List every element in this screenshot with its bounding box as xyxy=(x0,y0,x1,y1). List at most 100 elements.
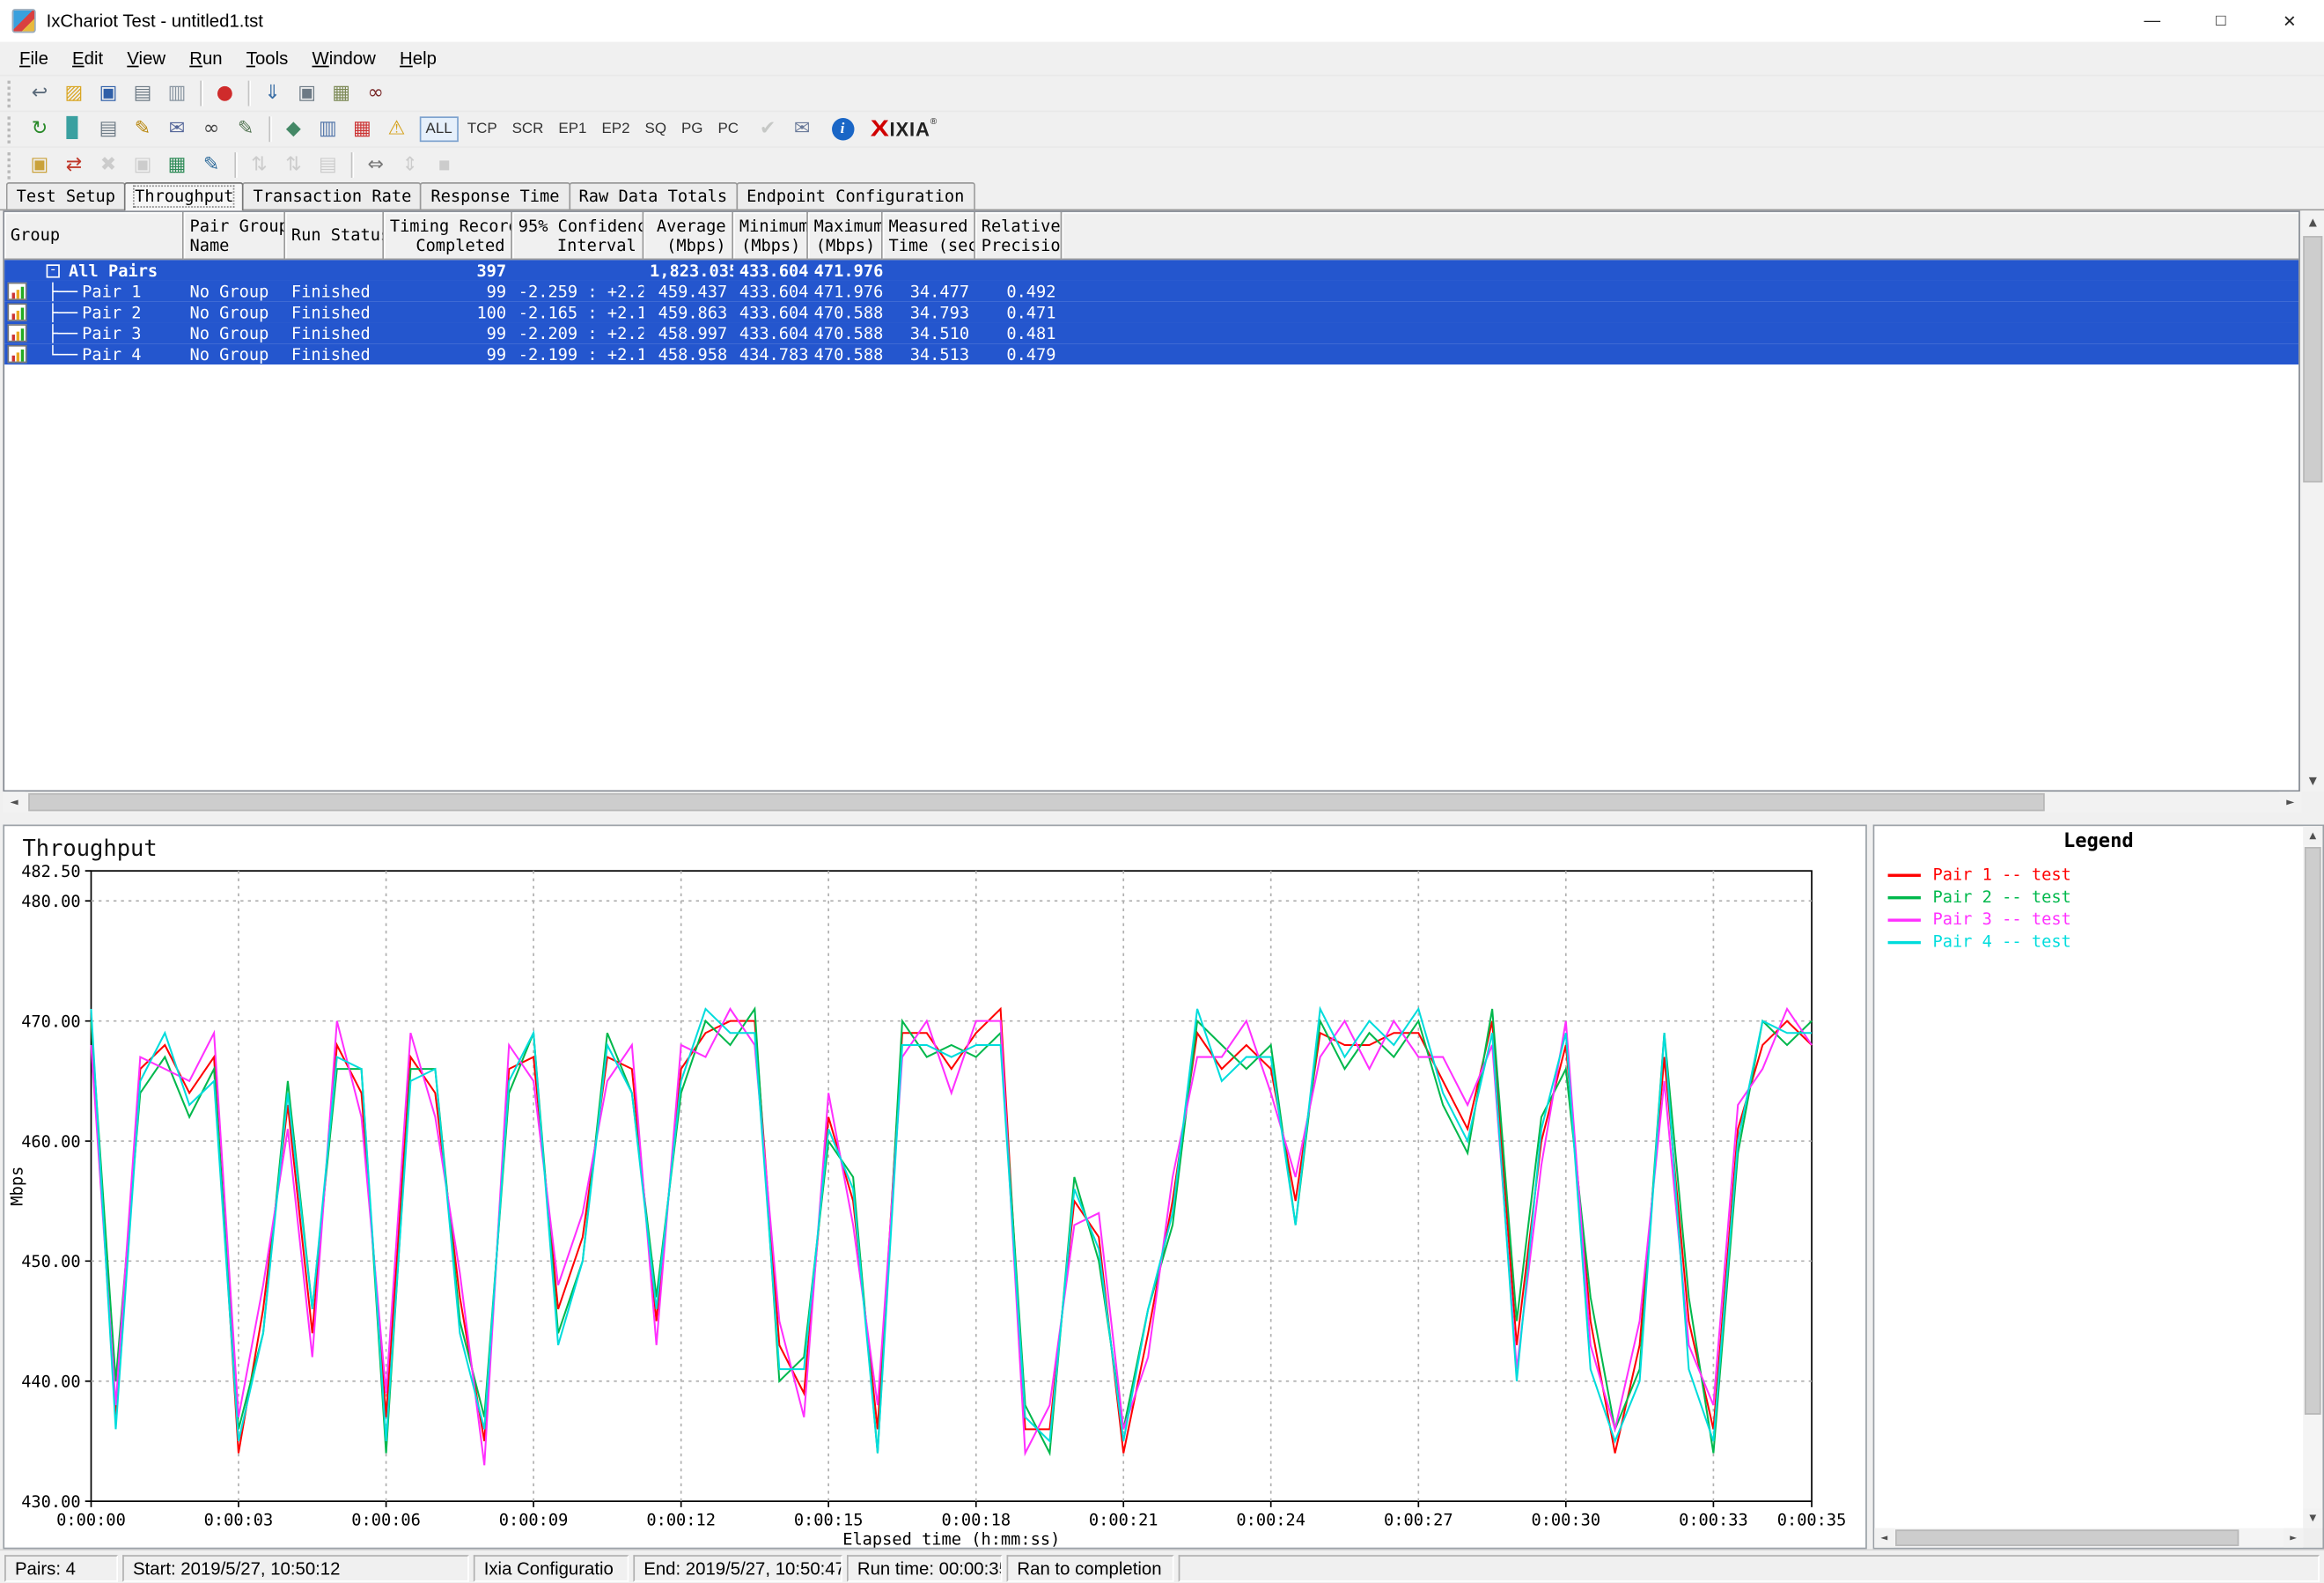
view-options-icon[interactable]: ∞ xyxy=(195,114,229,145)
menu-item-help[interactable]: Help xyxy=(387,43,448,73)
save-test-icon[interactable]: ▣ xyxy=(91,77,125,109)
menu-item-run[interactable]: Run xyxy=(178,43,235,73)
scroll-right-icon[interactable]: ► xyxy=(2284,1528,2303,1548)
splitter[interactable] xyxy=(0,813,2324,825)
scroll-up-icon[interactable]: ▲ xyxy=(2302,210,2324,232)
column-header-1[interactable]: Pair Group Name xyxy=(184,212,285,260)
legend-item-label: Pair 1 -- test xyxy=(1932,865,2070,884)
toolbar-grip[interactable] xyxy=(7,151,14,179)
view-button-pg[interactable]: PG xyxy=(675,116,709,142)
column-header-2[interactable]: Run Status xyxy=(285,212,384,260)
column-header-3[interactable]: Timing RecordsCompleted xyxy=(384,212,512,260)
print-icon[interactable]: ▤ xyxy=(126,77,160,109)
swap-endpoints-icon[interactable]: ⇄ xyxy=(56,150,91,181)
tab-transaction-rate[interactable]: Transaction Rate xyxy=(243,182,423,210)
svg-text:440.00: 440.00 xyxy=(21,1373,80,1392)
legend-vertical-scrollbar[interactable]: ▲ ▼ xyxy=(2303,826,2322,1528)
open-test-icon[interactable]: ▨ xyxy=(56,77,91,109)
table-row-pair-2[interactable]: ├── Pair 2 No Group Finished 100 -2.165 : +2.… xyxy=(4,302,2298,323)
tab-raw-data-totals[interactable]: Raw Data Totals xyxy=(569,182,738,210)
column-header-8[interactable]: MeasuredTime (sec) xyxy=(883,212,975,260)
view-button-tcp[interactable]: TCP xyxy=(461,116,504,142)
scrollbar-thumb[interactable] xyxy=(2305,847,2321,1415)
paste-icon[interactable]: ▦ xyxy=(324,77,358,109)
menu-item-window[interactable]: Window xyxy=(300,43,388,73)
view-button-pc[interactable]: PC xyxy=(712,116,745,142)
tab-throughput[interactable]: Throughput xyxy=(124,182,244,210)
svg-text:0:00:12: 0:00:12 xyxy=(646,1511,716,1529)
view-button-sq[interactable]: SQ xyxy=(639,116,673,142)
stop-run-icon[interactable]: ● xyxy=(208,77,242,109)
table-row-pair-4[interactable]: └──Pair 4 No Group Finished 99 -2.199 : +2.1… xyxy=(4,343,2298,364)
menu-item-edit[interactable]: Edit xyxy=(60,43,114,73)
toolbar-grip[interactable] xyxy=(7,115,14,143)
print-chart-icon[interactable]: ▤ xyxy=(91,114,125,145)
table-vertical-scrollbar[interactable]: ▲ ▼ xyxy=(2302,210,2324,792)
chart-options-icon[interactable]: ◆ xyxy=(276,114,311,145)
table-row-all-pairs[interactable]: - All Pairs 397 1,823.035 433.604 471.976 xyxy=(4,260,2298,281)
view-button-scr[interactable]: SCR xyxy=(506,116,549,142)
scrollbar-thumb[interactable] xyxy=(1895,1529,2239,1546)
edit-pair-icon[interactable]: ✎ xyxy=(195,150,229,181)
toolbar-grip[interactable] xyxy=(7,80,14,107)
rerun-test-icon[interactable]: ↻ xyxy=(22,114,56,145)
expand-all-icon[interactable]: ⇔ xyxy=(358,150,393,181)
alert-icon[interactable]: ⚠ xyxy=(379,114,414,145)
pair-chart-icon xyxy=(7,324,26,342)
scroll-right-icon[interactable]: ► xyxy=(2279,792,2301,813)
table-cell: 34.477 xyxy=(883,282,975,301)
tab-endpoint-configuration[interactable]: Endpoint Configuration xyxy=(736,182,974,210)
send-mail-icon[interactable]: ✉ xyxy=(785,114,820,145)
tab-response-time[interactable]: Response Time xyxy=(421,182,570,210)
view-button-ep1[interactable]: EP1 xyxy=(553,116,593,142)
find-icon[interactable]: ∞ xyxy=(358,77,393,109)
edit-comment-icon[interactable]: ✎ xyxy=(229,114,263,145)
edit-chart-icon[interactable]: ✎ xyxy=(126,114,160,145)
pair-row-label: Pair 3 xyxy=(82,323,141,342)
column-header-7[interactable]: Maximum (Mbps) xyxy=(808,212,883,260)
mail-results-icon[interactable]: ✉ xyxy=(160,114,195,145)
pair-chart-icon xyxy=(7,345,26,363)
menu-item-tools[interactable]: Tools xyxy=(234,43,300,73)
column-header-9[interactable]: Relative Precision xyxy=(975,212,1062,260)
legend-item-2[interactable]: Pair 2 -- test xyxy=(1888,886,2323,908)
table-horizontal-scrollbar[interactable]: ◄ ► xyxy=(3,792,2301,813)
scroll-left-icon[interactable]: ◄ xyxy=(1874,1528,1894,1548)
column-header-0[interactable]: Group xyxy=(4,212,184,260)
menu-item-view[interactable]: View xyxy=(115,43,178,73)
scrollbar-thumb[interactable] xyxy=(2303,236,2322,482)
print-preview-icon[interactable]: ▥ xyxy=(160,77,195,109)
table-row-pair-1[interactable]: ├──Pair 1 No Group Finished 99 -2.259 : +2.2… xyxy=(4,281,2298,302)
view-button-all[interactable]: ALL xyxy=(420,116,459,142)
scroll-up-icon[interactable]: ▲ xyxy=(2303,826,2322,845)
svg-text:Elapsed time (h:mm:ss): Elapsed time (h:mm:ss) xyxy=(842,1530,1060,1547)
legend-item-4[interactable]: Pair 4 -- test xyxy=(1888,931,2323,953)
legend-item-3[interactable]: Pair 3 -- test xyxy=(1888,909,2323,931)
view-button-ep2[interactable]: EP2 xyxy=(596,116,636,142)
scroll-down-icon[interactable]: ▼ xyxy=(2303,1509,2322,1528)
group-pairs-icon[interactable]: ▦ xyxy=(160,150,195,181)
maximize-button[interactable]: □ xyxy=(2187,0,2255,42)
add-pair-icon[interactable]: ▊ xyxy=(56,114,91,145)
tree-expander-icon[interactable]: - xyxy=(47,263,60,276)
report-icon[interactable]: ▥ xyxy=(311,114,345,145)
copy-pair-icon[interactable]: ▣ xyxy=(22,150,56,181)
export-results-icon[interactable]: ⇓ xyxy=(255,77,290,109)
paste-run-icon[interactable]: ↩ xyxy=(22,77,56,109)
minimize-button[interactable]: — xyxy=(2118,0,2187,42)
legend-horizontal-scrollbar[interactable]: ◄ ► xyxy=(1874,1528,2303,1548)
scroll-left-icon[interactable]: ◄ xyxy=(3,792,25,813)
close-button[interactable]: ✕ xyxy=(2255,0,2324,42)
column-header-5[interactable]: Average (Mbps) xyxy=(644,212,733,260)
copy-icon[interactable]: ▣ xyxy=(290,77,324,109)
scrollbar-thumb[interactable] xyxy=(28,793,2044,811)
tab-test-setup[interactable]: Test Setup xyxy=(6,182,126,210)
scroll-down-icon[interactable]: ▼ xyxy=(2302,769,2324,792)
column-header-4[interactable]: 95% Confidence Interval xyxy=(512,212,644,260)
legend-item-1[interactable]: Pair 1 -- test xyxy=(1888,864,2323,886)
table-row-pair-3[interactable]: ├──Pair 3 No Group Finished 99 -2.209 : +2.2… xyxy=(4,322,2298,343)
grid-view-icon[interactable]: ▦ xyxy=(345,114,379,145)
column-header-6[interactable]: Minimum (Mbps) xyxy=(733,212,808,260)
menu-item-file[interactable]: File xyxy=(7,43,60,73)
info-button[interactable]: i xyxy=(831,118,853,140)
